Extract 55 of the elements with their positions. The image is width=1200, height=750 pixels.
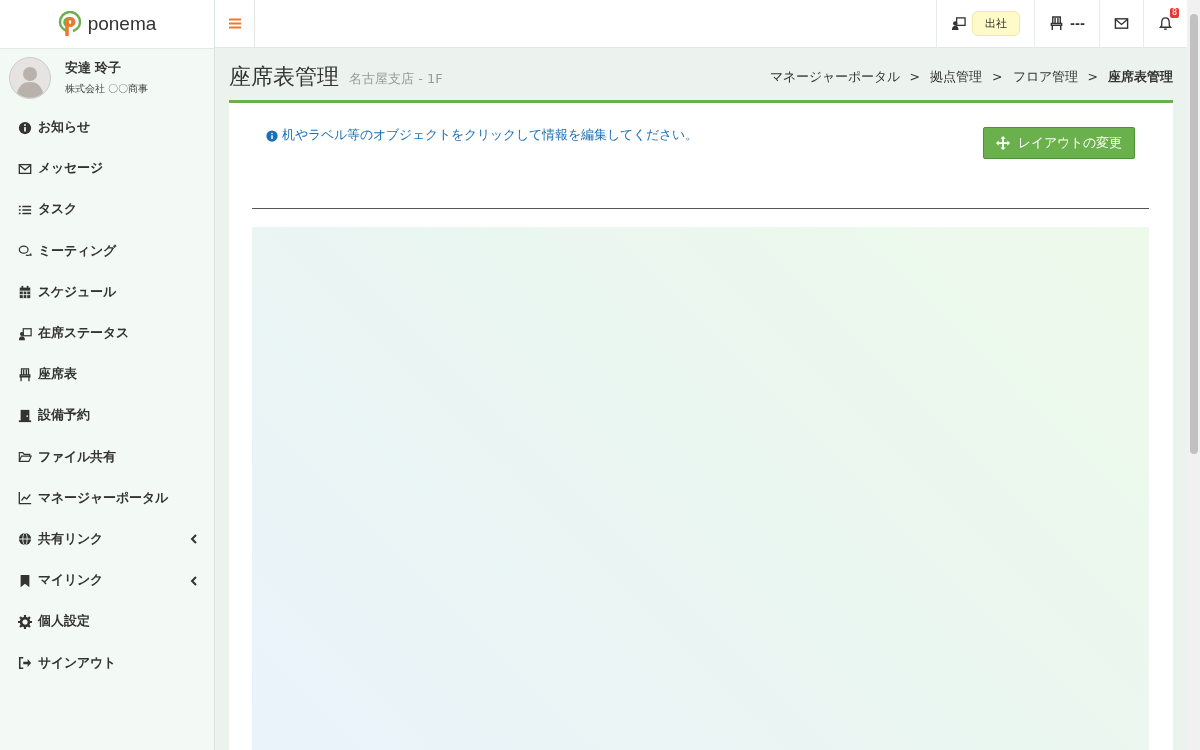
presence-icon (18, 326, 32, 341)
chair-icon (18, 367, 32, 382)
breadcrumb-separator: > (992, 68, 1003, 86)
mail-icon (18, 161, 32, 176)
logo-text: ponema (87, 13, 157, 35)
door-icon (18, 408, 32, 423)
breadcrumb-item[interactable]: マネージャーポータル (769, 68, 900, 86)
calendar-icon (18, 285, 32, 300)
bell-icon[interactable] (1158, 16, 1173, 31)
info-icon (266, 129, 278, 142)
sidebar-item[interactable]: マイリンク (0, 560, 214, 602)
chair-icon[interactable] (1049, 16, 1065, 31)
breadcrumb-item[interactable]: 拠点管理 (930, 68, 983, 86)
breadcrumb-item[interactable]: フロア管理 (1012, 68, 1078, 86)
sidebar-item[interactable]: 個人設定 (0, 601, 214, 643)
signout-icon (18, 656, 32, 671)
user-company: 株式会社 〇〇商事 (65, 82, 149, 96)
avatar (9, 57, 51, 99)
chat-icon (18, 244, 32, 259)
page-title: 座席表管理 (229, 63, 339, 91)
sidebar-item[interactable]: スケジュール (0, 271, 214, 313)
seat-label: --- (1070, 16, 1085, 31)
page-subtitle: 名古屋支店 - 1F (349, 70, 443, 88)
sidebar-item[interactable]: サインアウト (0, 642, 214, 684)
logo-icon (57, 11, 82, 37)
breadcrumb-separator: > (1087, 68, 1098, 86)
attendance-status[interactable]: 出社 (972, 11, 1021, 36)
chevron-icon (190, 575, 198, 586)
chevron-icon (190, 534, 198, 545)
sidebar-item[interactable]: タスク (0, 189, 214, 231)
mail-icon[interactable] (1114, 16, 1129, 31)
breadcrumb-separator: > (909, 68, 921, 86)
chart-icon (18, 491, 32, 506)
folder-icon (18, 450, 32, 465)
globe-icon (18, 532, 32, 547)
gear-icon (18, 614, 32, 629)
info-message: 机やラベル等のオブジェクトをクリックして情報を編集してください。 (282, 127, 698, 144)
move-icon (996, 136, 1010, 150)
bookmark-icon (18, 573, 32, 588)
menu-icon (228, 18, 241, 29)
sidebar-item[interactable]: ファイル共有 (0, 436, 214, 478)
sidebar-item[interactable]: お知らせ (0, 107, 214, 149)
notification-badge: 8 (1169, 8, 1179, 18)
sidebar-item[interactable]: ミーティング (0, 230, 214, 272)
sidebar-item[interactable]: メッセージ (0, 148, 214, 190)
sidebar-item[interactable]: 在席ステータス (0, 312, 214, 355)
sidebar-item[interactable]: 共有リンク (0, 518, 214, 561)
sidebar-item[interactable]: 設備予約 (0, 395, 214, 437)
scrollbar[interactable] (1187, 0, 1200, 750)
user-name: 安達 玲子 (65, 60, 123, 77)
info-icon (18, 120, 32, 135)
presence-icon[interactable] (951, 16, 967, 31)
sidebar-item[interactable]: マネージャーポータル (0, 477, 214, 519)
breadcrumb-item: 座席表管理 (1108, 68, 1173, 86)
sidebar-item[interactable]: 座席表 (0, 354, 214, 396)
